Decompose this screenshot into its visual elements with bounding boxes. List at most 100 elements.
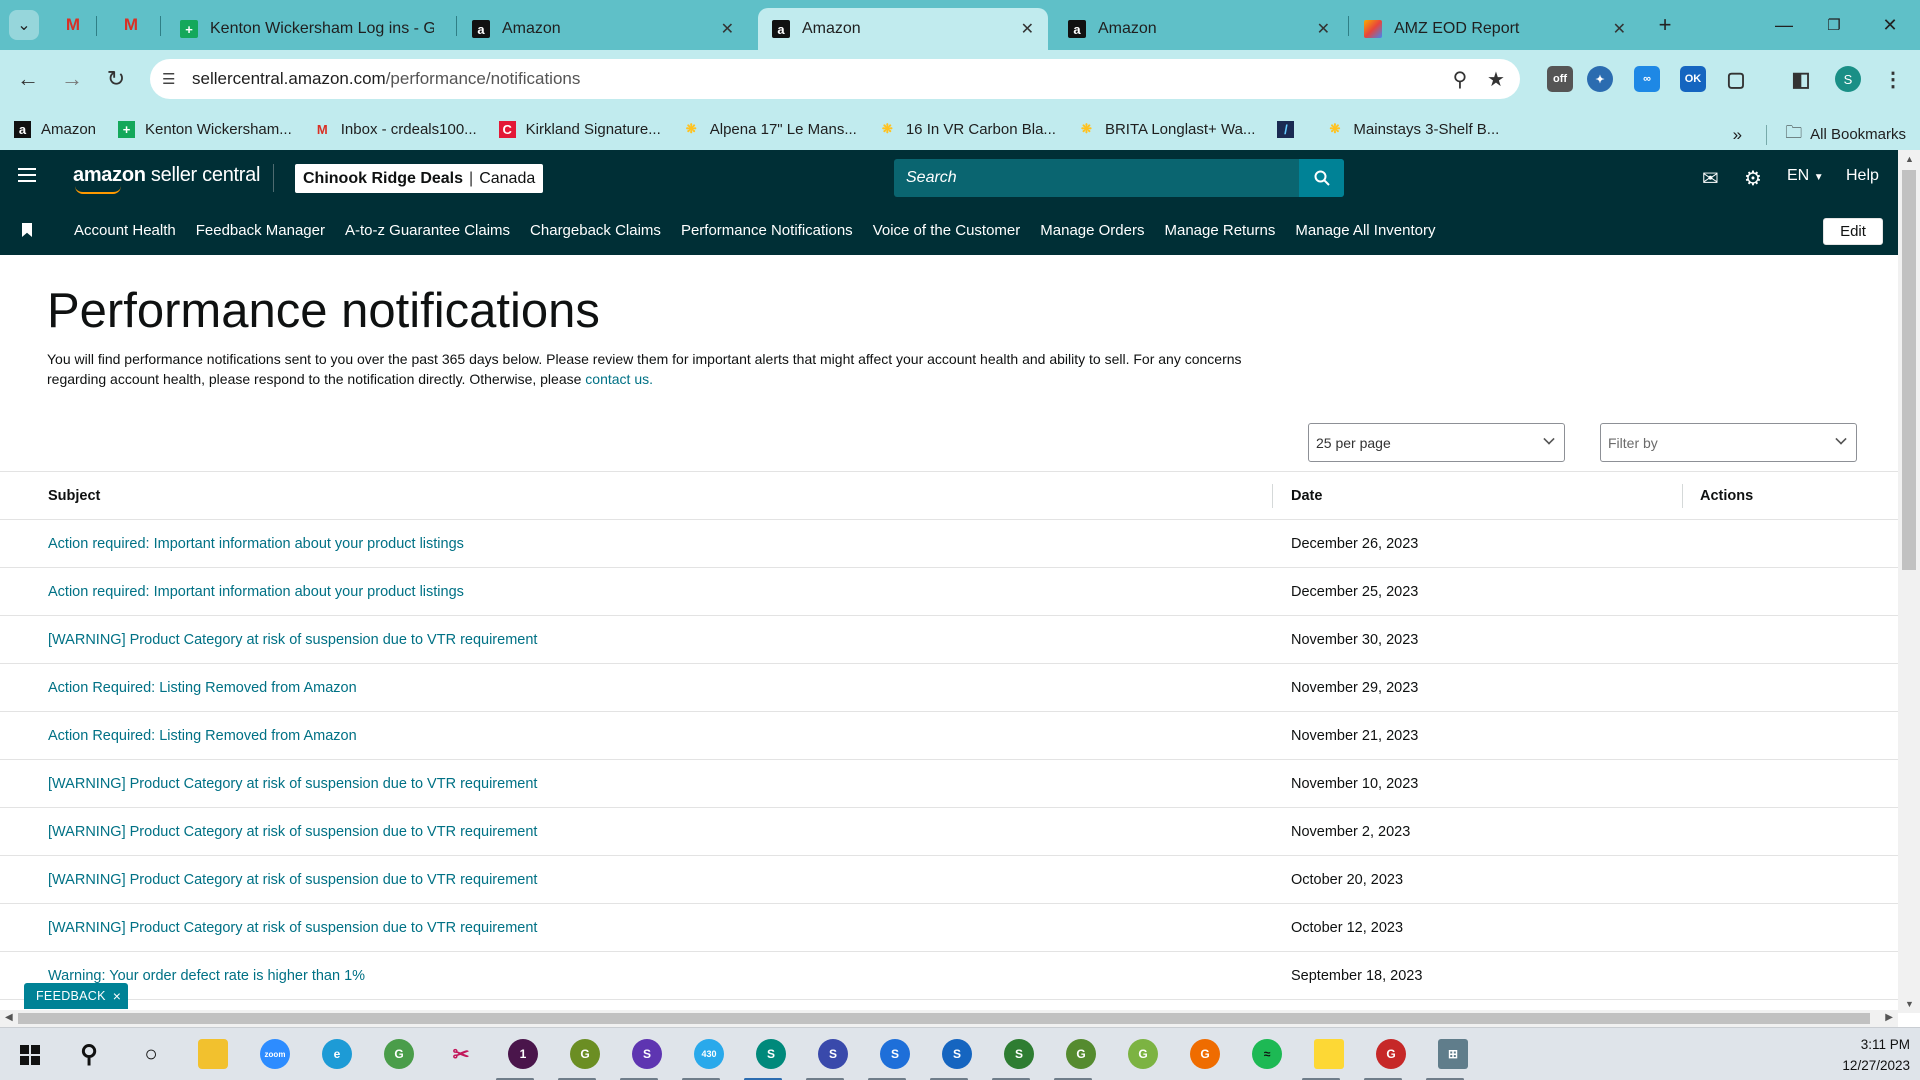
site-info-icon[interactable]: ☰ xyxy=(162,70,192,88)
column-header-date[interactable]: Date xyxy=(1272,471,1682,520)
scroll-right-arrow-icon[interactable]: ▶ xyxy=(1885,1012,1893,1023)
spotify-icon[interactable]: ≈ xyxy=(1252,1039,1282,1069)
windows-start-icon[interactable] xyxy=(20,1045,40,1065)
chrome-profile-icon[interactable]: G xyxy=(570,1039,600,1069)
seller-search[interactable]: Search xyxy=(894,159,1344,197)
chrome-profile-icon[interactable]: S xyxy=(632,1039,662,1069)
system-clock[interactable]: 3:11 PM 12/27/2023 xyxy=(1818,1034,1910,1076)
browser-tab[interactable]: AMZ EOD Report ✕ xyxy=(1350,8,1640,50)
bookmark-ribbon-icon[interactable] xyxy=(22,223,32,237)
nav-chargeback-claims[interactable]: Chargeback Claims xyxy=(530,222,661,239)
telegram-icon[interactable]: 430 xyxy=(694,1039,724,1069)
scroll-up-arrow-icon[interactable]: ▲ xyxy=(1905,154,1914,164)
help-link[interactable]: Help xyxy=(1846,167,1879,185)
nav-manage-inventory[interactable]: Manage All Inventory xyxy=(1295,222,1435,239)
task-view-icon[interactable]: ○ xyxy=(136,1039,166,1069)
notification-subject-link[interactable]: [WARNING] Product Category at risk of su… xyxy=(48,920,537,936)
browser-tab[interactable]: a Amazon ✕ xyxy=(458,8,748,50)
nav-feedback-manager[interactable]: Feedback Manager xyxy=(196,222,325,239)
bookmark-item[interactable]: ❋ Mainstays 3-Shelf B... xyxy=(1326,121,1499,138)
notification-subject-link[interactable]: Action required: Important information a… xyxy=(48,536,464,552)
nav-manage-orders[interactable]: Manage Orders xyxy=(1040,222,1144,239)
notification-subject-link[interactable]: Action Required: Listing Removed from Am… xyxy=(48,680,357,696)
edge-icon[interactable]: e xyxy=(322,1039,352,1069)
forward-arrow-icon[interactable]: → xyxy=(56,63,88,95)
bookmark-item[interactable]: M Inbox - crdeals100... xyxy=(314,121,477,138)
mail-envelope-icon[interactable]: ✉ xyxy=(1702,166,1719,191)
per-page-select[interactable]: 25 per page xyxy=(1308,423,1565,462)
search-button[interactable] xyxy=(1299,159,1344,197)
hamburger-menu-icon[interactable] xyxy=(18,168,36,182)
url-text[interactable]: sellercentral.amazon.com/performance/not… xyxy=(192,69,1442,89)
amazon-seller-central-logo[interactable]: amazon seller central xyxy=(73,164,260,194)
notification-subject-link[interactable]: Action required: Important information a… xyxy=(48,584,464,600)
zoom-icon[interactable]: zoom xyxy=(260,1039,290,1069)
notification-subject-link[interactable]: [WARNING] Product Category at risk of su… xyxy=(48,776,537,792)
extensions-puzzle-icon[interactable]: ▢ xyxy=(1723,66,1749,92)
scrollbar-thumb[interactable] xyxy=(1902,170,1916,570)
notification-subject-link[interactable]: Warning: Your order defect rate is highe… xyxy=(48,968,365,984)
nav-voice-of-customer[interactable]: Voice of the Customer xyxy=(873,222,1021,239)
search-icon[interactable]: ⚲ xyxy=(74,1039,104,1069)
edit-nav-button[interactable]: Edit xyxy=(1823,218,1883,245)
minimize-icon[interactable]: — xyxy=(1764,10,1804,40)
file-explorer-icon[interactable] xyxy=(198,1039,228,1069)
browser-tab[interactable]: a Amazon ✕ xyxy=(1054,8,1344,50)
feedback-button[interactable]: FEEDBACK × xyxy=(24,983,129,1009)
nav-performance-notifications[interactable]: Performance Notifications xyxy=(681,222,853,239)
close-icon[interactable]: ✕ xyxy=(721,19,734,39)
sticky-notes-icon[interactable] xyxy=(1314,1039,1344,1069)
nav-account-health[interactable]: Account Health xyxy=(74,222,176,239)
close-icon[interactable]: ✕ xyxy=(1021,19,1034,39)
extension-off-icon[interactable]: off xyxy=(1547,66,1573,92)
snipping-tool-icon[interactable]: ✂ xyxy=(446,1039,476,1069)
browser-tab[interactable]: + Kenton Wickersham Log ins - G xyxy=(166,8,448,50)
calculator-icon[interactable]: ⊞ xyxy=(1438,1039,1468,1069)
scroll-left-arrow-icon[interactable]: ◀ xyxy=(5,1012,13,1023)
double-chevron-right-icon[interactable]: » xyxy=(1733,125,1742,145)
tab-search-chevron-icon[interactable]: ⌄ xyxy=(9,10,39,40)
extension-ok-icon[interactable]: OK xyxy=(1680,66,1706,92)
slack-icon[interactable]: 1 xyxy=(508,1039,538,1069)
chrome-profile-icon[interactable]: S xyxy=(942,1039,972,1069)
nav-atoz-claims[interactable]: A-to-z Guarantee Claims xyxy=(345,222,510,239)
scroll-down-arrow-icon[interactable]: ▼ xyxy=(1905,999,1914,1009)
zoom-magnifier-icon[interactable]: ⚲ xyxy=(1442,67,1478,92)
settings-gear-icon[interactable]: ⚙ xyxy=(1744,166,1762,191)
chrome-profile-icon[interactable]: S xyxy=(756,1039,786,1069)
bookmark-item[interactable]: a Amazon xyxy=(14,120,96,138)
bookmark-item[interactable]: / xyxy=(1277,120,1304,138)
search-input[interactable]: Search xyxy=(894,169,1299,187)
contact-us-link[interactable]: contact us. xyxy=(585,371,653,387)
chrome-profile-icon[interactable]: G xyxy=(1190,1039,1220,1069)
close-icon[interactable]: ✕ xyxy=(1317,19,1330,39)
back-arrow-icon[interactable]: ← xyxy=(12,63,44,95)
address-bar[interactable]: ☰ sellercentral.amazon.com/performance/n… xyxy=(150,59,1520,99)
chrome-profile-icon[interactable]: G xyxy=(1376,1039,1406,1069)
extension-puzzle-icon[interactable]: ✦ xyxy=(1587,66,1613,92)
profile-avatar[interactable]: S xyxy=(1835,66,1861,92)
filter-select[interactable]: Filter by xyxy=(1600,423,1857,462)
gmail-pinned-tab-icon[interactable]: M xyxy=(120,14,142,36)
extension-link-icon[interactable]: ∞ xyxy=(1634,66,1660,92)
store-switcher[interactable]: Chinook Ridge Deals | Canada xyxy=(295,164,544,193)
new-tab-plus-icon[interactable]: + xyxy=(1650,10,1680,40)
horizontal-scrollbar[interactable]: ◀ ▶ xyxy=(0,1010,1898,1027)
bookmark-star-icon[interactable]: ★ xyxy=(1478,67,1514,92)
chrome-profile-icon[interactable]: S xyxy=(1004,1039,1034,1069)
scrollbar-thumb[interactable] xyxy=(18,1013,1870,1024)
reload-icon[interactable]: ↻ xyxy=(100,63,132,95)
chrome-profile-icon[interactable]: S xyxy=(880,1039,910,1069)
restore-icon[interactable]: ❐ xyxy=(1814,10,1854,40)
bookmark-item[interactable]: ❋ BRITA Longlast+ Wa... xyxy=(1078,121,1255,138)
window-close-icon[interactable]: ✕ xyxy=(1870,10,1910,40)
chrome-profile-icon[interactable]: G xyxy=(1128,1039,1158,1069)
bookmark-item[interactable]: ❋ Alpena 17" Le Mans... xyxy=(683,121,857,138)
close-icon[interactable]: ✕ xyxy=(1613,19,1626,39)
bookmarks-overflow[interactable]: » 🗀 All Bookmarks xyxy=(1733,120,1906,149)
gmail-pinned-tab-icon[interactable]: M xyxy=(62,14,84,36)
nav-manage-returns[interactable]: Manage Returns xyxy=(1164,222,1275,239)
all-bookmarks-link[interactable]: All Bookmarks xyxy=(1810,126,1906,143)
vertical-scrollbar[interactable]: ▲ ▼ xyxy=(1898,150,1920,1013)
browser-tab-active[interactable]: a Amazon ✕ xyxy=(758,8,1048,50)
